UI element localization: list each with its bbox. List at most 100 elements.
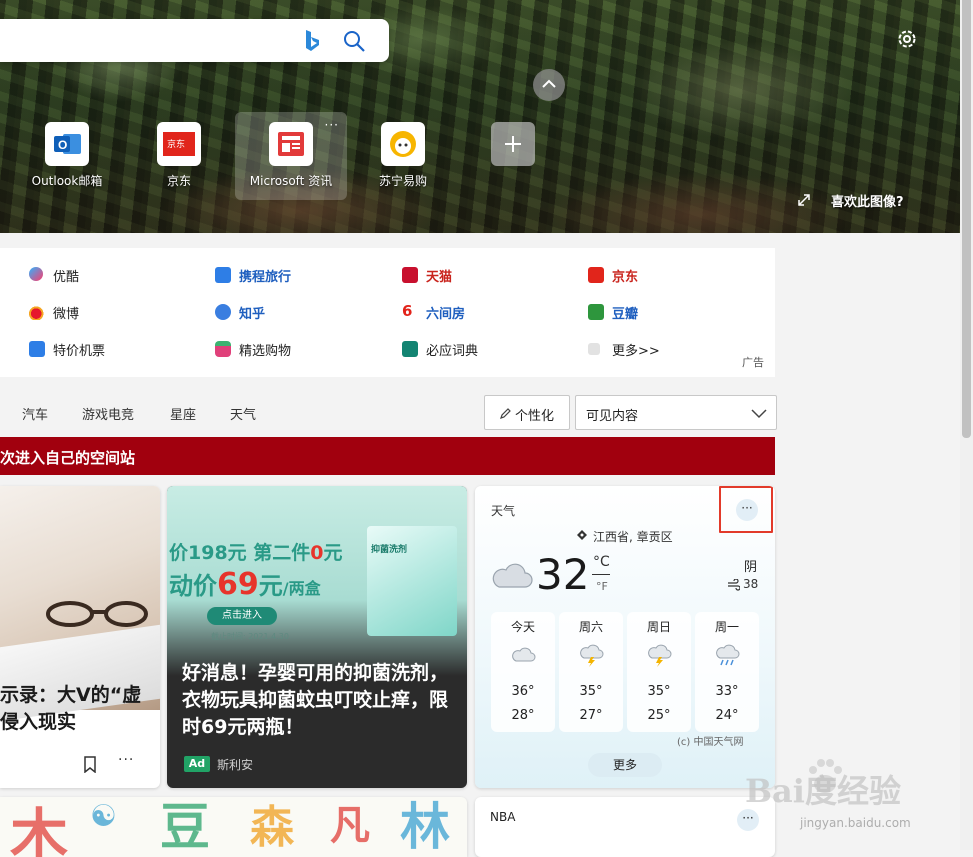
weather-source[interactable]: (c) 中国天气网 [677, 733, 743, 748]
location-icon [577, 530, 587, 540]
forecast-high: 35° [579, 684, 603, 699]
visible-content-label: 可见内容 [586, 409, 639, 424]
forecast-day[interactable]: 今天 36° 28° [491, 612, 555, 732]
expand-icon [798, 194, 810, 206]
nav-item-auto[interactable]: 汽车 [22, 404, 48, 423]
bookmark-icon[interactable] [83, 756, 97, 773]
douban-icon [588, 304, 604, 320]
top-site-msn[interactable]: ··· Microsoft 资讯 [235, 112, 347, 200]
weather-title: 天气 [491, 504, 516, 518]
news-image-glasses [46, 601, 148, 627]
nba-card[interactable]: NBA ··· [475, 797, 775, 857]
bing-dict-icon [402, 341, 418, 357]
fahrenheit-toggle[interactable]: °F [596, 580, 608, 593]
jd-icon [588, 267, 604, 283]
news-title-line-2: 侵入现实 [0, 711, 77, 733]
link-label: 携程旅行 [239, 270, 292, 285]
outlook-icon: O [45, 122, 89, 166]
poster-decoration: 木 [10, 802, 69, 857]
nav-item-horoscope[interactable]: 星座 [170, 404, 196, 423]
top-site-suning[interactable]: 苏宁易购 [347, 112, 459, 200]
forecast-low: 27° [579, 708, 603, 723]
forecast-day-label: 周六 [578, 620, 603, 634]
weibo-icon [29, 304, 45, 320]
quick-links-panel: 优酷 携程旅行 天猫 京东 微博 知乎 6 六间房 豆瓣 特价机票 精选购物 必应… [0, 248, 775, 377]
collapse-top-sites-button[interactable] [533, 69, 565, 101]
link-label: 六间房 [426, 307, 466, 322]
ad-product-box: 抑菌洗剂 [367, 526, 457, 636]
gear-icon[interactable] [893, 25, 921, 53]
top-site-label: Outlook邮箱 [31, 174, 103, 188]
promo-banner[interactable]: 次进入自己的空间站 [0, 437, 775, 475]
link-label: 豆瓣 [612, 307, 639, 322]
top-site-label: Microsoft 资讯 [249, 174, 333, 188]
search-input[interactable] [0, 19, 389, 62]
link-label: 知乎 [239, 307, 266, 322]
chevron-up-icon [542, 79, 556, 88]
more-icon [588, 343, 600, 355]
link-label: 必应词典 [426, 344, 479, 359]
top-site-label: 苏宁易购 [378, 174, 427, 188]
poster-decoration: 凡 [330, 803, 370, 849]
cloudy-icon [492, 563, 533, 588]
forecast-high: 36° [511, 684, 535, 699]
celsius-toggle[interactable]: °C [593, 554, 610, 570]
add-icon [491, 122, 535, 166]
weather-temperature: 32 [536, 550, 590, 599]
more-options-icon[interactable]: ··· [325, 118, 339, 132]
news-title[interactable]: 示录：大V的“虚 侵入现实 [0, 682, 160, 736]
thunderstorm-icon [580, 644, 604, 667]
jd-icon: 京东 [157, 122, 201, 166]
ad-promo-line-1: 价198元 第二件0元 [169, 542, 343, 564]
flight-icon [29, 341, 45, 357]
ad-title[interactable]: 好消息！孕婴可用的抑菌洗剂，衣物玩具抑菌蚊虫叮咬止痒，限时69元两瓶！ [182, 660, 462, 741]
forecast-day[interactable]: 周日 35° 25° [627, 612, 691, 732]
forecast-day-label: 今天 [510, 620, 535, 634]
bing-icon[interactable] [300, 28, 324, 54]
rain-icon [716, 644, 740, 666]
news-card-poster[interactable]: 木 ☯ 豆 森 凡 林 [0, 797, 467, 857]
poster-decoration: 豆 [160, 798, 210, 856]
zhihu-icon [215, 304, 231, 320]
weather-more-options-button[interactable]: ··· [719, 486, 773, 533]
weather-condition: 阴 [744, 560, 758, 575]
more-options-icon[interactable]: ··· [118, 752, 134, 768]
top-site-jd[interactable]: 京东 京东 [123, 112, 235, 200]
ad-promo-line-2: 动价69元/两盒 [169, 567, 321, 602]
visible-content-dropdown[interactable]: 可见内容 [575, 395, 777, 430]
ad-card[interactable]: 价198元 第二件0元 动价69元/两盒 点击进入 截止时间: 2021.4.3… [167, 486, 467, 788]
pencil-icon [500, 408, 511, 419]
personalize-button[interactable]: 个性化 [484, 395, 570, 430]
like-image-label: 喜欢此图像? [831, 195, 904, 210]
forecast-high: 33° [715, 684, 739, 699]
watermark-site: jingyan.baidu.com [800, 816, 911, 830]
poster-decoration: ☯ [90, 799, 117, 834]
nav-item-gaming[interactable]: 游戏电竞 [82, 404, 134, 423]
news-card[interactable]: 示录：大V的“虚 侵入现实 ··· [0, 486, 160, 788]
forecast-day[interactable]: 周一 33° 24° [695, 612, 759, 732]
forecast-day-label: 周日 [646, 620, 671, 634]
suning-icon [381, 122, 425, 166]
6rooms-icon: 6 [402, 302, 413, 320]
forecast-day[interactable]: 周六 35° 27° [559, 612, 623, 732]
weather-more-button[interactable]: 更多 [588, 753, 662, 777]
scrollbar-thumb[interactable] [962, 0, 971, 438]
ad-promo-date: 截止时间: 2021.4.30 [211, 632, 289, 641]
forecast-high: 35° [647, 684, 671, 699]
weather-aqi-value: 38 [743, 577, 759, 591]
baidu-jingyan-watermark: Bai度经验 jingyan.baidu.com [745, 742, 920, 850]
link-label: 天猫 [426, 270, 453, 285]
nav-item-weather[interactable]: 天气 [230, 404, 256, 423]
more-options-icon: ··· [736, 499, 758, 521]
weather-card[interactable]: 天气 ··· 江西省, 章贡区 32 °C °F 阴 38 今天 36° 28°… [475, 486, 775, 788]
thunderstorm-icon [648, 644, 672, 667]
chevron-down-icon [751, 409, 767, 419]
add-top-site-button[interactable] [457, 112, 569, 200]
top-site-outlook[interactable]: O Outlook邮箱 [11, 112, 123, 200]
poster-decoration: 森 [250, 802, 294, 853]
search-icon[interactable] [341, 28, 367, 54]
youku-icon [29, 267, 43, 281]
ad-enter-button: 点击进入 [207, 607, 277, 625]
link-label: 优酷 [53, 270, 80, 285]
svg-text:O: O [58, 138, 67, 152]
